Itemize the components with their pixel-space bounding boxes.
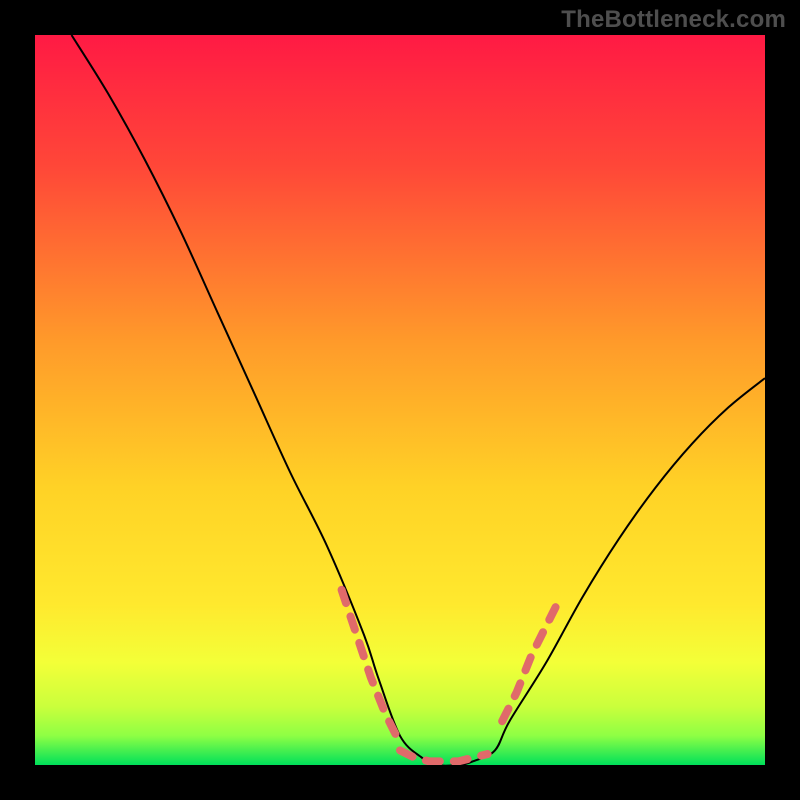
chart-frame	[35, 35, 765, 765]
watermark-text: TheBottleneck.com	[561, 6, 786, 34]
chart-svg	[35, 35, 765, 765]
gradient-background	[35, 35, 765, 765]
